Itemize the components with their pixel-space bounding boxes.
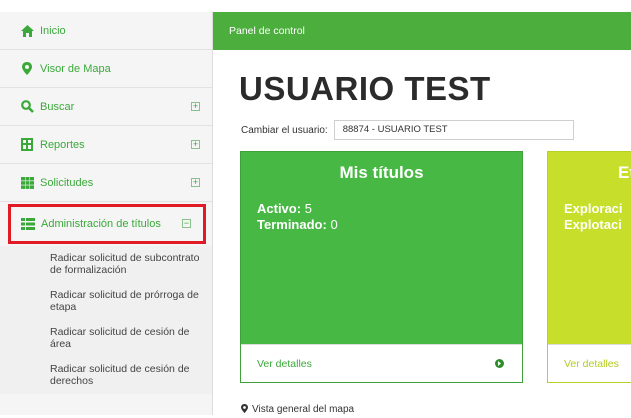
card-line-finished: Terminado: 0 xyxy=(241,217,522,233)
arrow-right-icon[interactable] xyxy=(495,359,504,368)
card-footer[interactable]: Ver detalles xyxy=(548,344,631,382)
reports-icon xyxy=(20,138,34,152)
sidebar-item-label: Reportes xyxy=(40,138,85,151)
list-icon xyxy=(21,217,35,231)
expand-icon[interactable]: + xyxy=(191,177,200,187)
sidebar-item-solicitudes[interactable]: Solicitudes + xyxy=(0,164,212,202)
map-marker-icon xyxy=(20,62,34,76)
sidebar-item-administracion-de-titulos[interactable]: Administración de títulos − xyxy=(8,204,206,244)
map-overview: Vista general del mapa xyxy=(241,400,354,418)
map-overview-label: Vista general del mapa xyxy=(252,403,355,415)
sidebar-item-label: Administración de títulos xyxy=(41,218,161,230)
sidebar-item-buscar[interactable]: Buscar + xyxy=(0,88,212,126)
sidebar-item-reportes[interactable]: Reportes + xyxy=(0,126,212,164)
line-key: Activo: xyxy=(257,201,302,216)
sidebar-item-label: Visor de Mapa xyxy=(40,62,111,75)
line-key: Exploraci xyxy=(564,201,623,216)
sidebar: Inicio Visor de Mapa Buscar + Reportes +… xyxy=(0,12,213,415)
collapse-icon[interactable]: − xyxy=(182,219,191,228)
expand-icon[interactable]: + xyxy=(191,101,200,111)
card-title: Et xyxy=(618,163,631,182)
sidebar-item-label: Solicitudes xyxy=(40,176,94,189)
line-value: 5 xyxy=(304,201,312,216)
line-key: Explotaci xyxy=(564,217,622,232)
card-footer[interactable]: Ver detalles xyxy=(241,344,522,382)
card-line-active: Activo: 5 xyxy=(241,201,522,217)
sidebar-item-inicio[interactable]: Inicio xyxy=(0,12,212,50)
search-icon xyxy=(20,100,34,114)
sidebar-item-visor-de-mapa[interactable]: Visor de Mapa xyxy=(0,50,212,88)
main-content: Panel de control USUARIO TEST Cambiar el… xyxy=(213,12,631,415)
map-marker-icon xyxy=(241,400,248,418)
card-title: Mis títulos xyxy=(339,163,424,182)
header-bar: Panel de control xyxy=(213,12,631,50)
expand-icon[interactable]: + xyxy=(191,139,200,149)
card-line-exploration: Exploraci xyxy=(548,201,631,217)
home-icon xyxy=(20,24,34,38)
user-switcher: Cambiar el usuario: 88874 - USUARIO TEST xyxy=(241,120,574,140)
line-value: 0 xyxy=(330,217,338,232)
submenu-administracion: Radicar solicitud de subcontrato de form… xyxy=(0,246,212,394)
titles-card: Mis títulos Activo: 5 Terminado: 0 Ver d… xyxy=(240,151,523,383)
user-select[interactable]: 88874 - USUARIO TEST xyxy=(333,120,574,140)
card-line-exploitation: Explotaci xyxy=(548,217,631,233)
view-details-link[interactable]: Ver detalles xyxy=(548,358,619,370)
submenu-item[interactable]: Radicar solicitud de cesión de derechos xyxy=(0,357,212,394)
submenu-item[interactable]: Radicar solicitud de subcontrato de form… xyxy=(0,246,212,283)
sidebar-item-label: Inicio xyxy=(40,24,66,37)
page-title: USUARIO TEST xyxy=(239,70,491,107)
grid-icon xyxy=(20,176,34,190)
submenu-item[interactable]: Radicar solicitud de prórroga de etapa xyxy=(0,283,212,320)
view-details-link[interactable]: Ver detalles xyxy=(241,358,312,370)
user-switcher-label: Cambiar el usuario: xyxy=(241,124,328,136)
submenu-item[interactable]: Radicar solicitud de cesión de área xyxy=(0,320,212,357)
stages-card: Et Exploraci Explotaci Ver detalles xyxy=(547,151,631,383)
sidebar-item-label: Buscar xyxy=(40,100,75,113)
line-key: Terminado: xyxy=(257,217,327,232)
header-title: Panel de control xyxy=(229,25,305,37)
